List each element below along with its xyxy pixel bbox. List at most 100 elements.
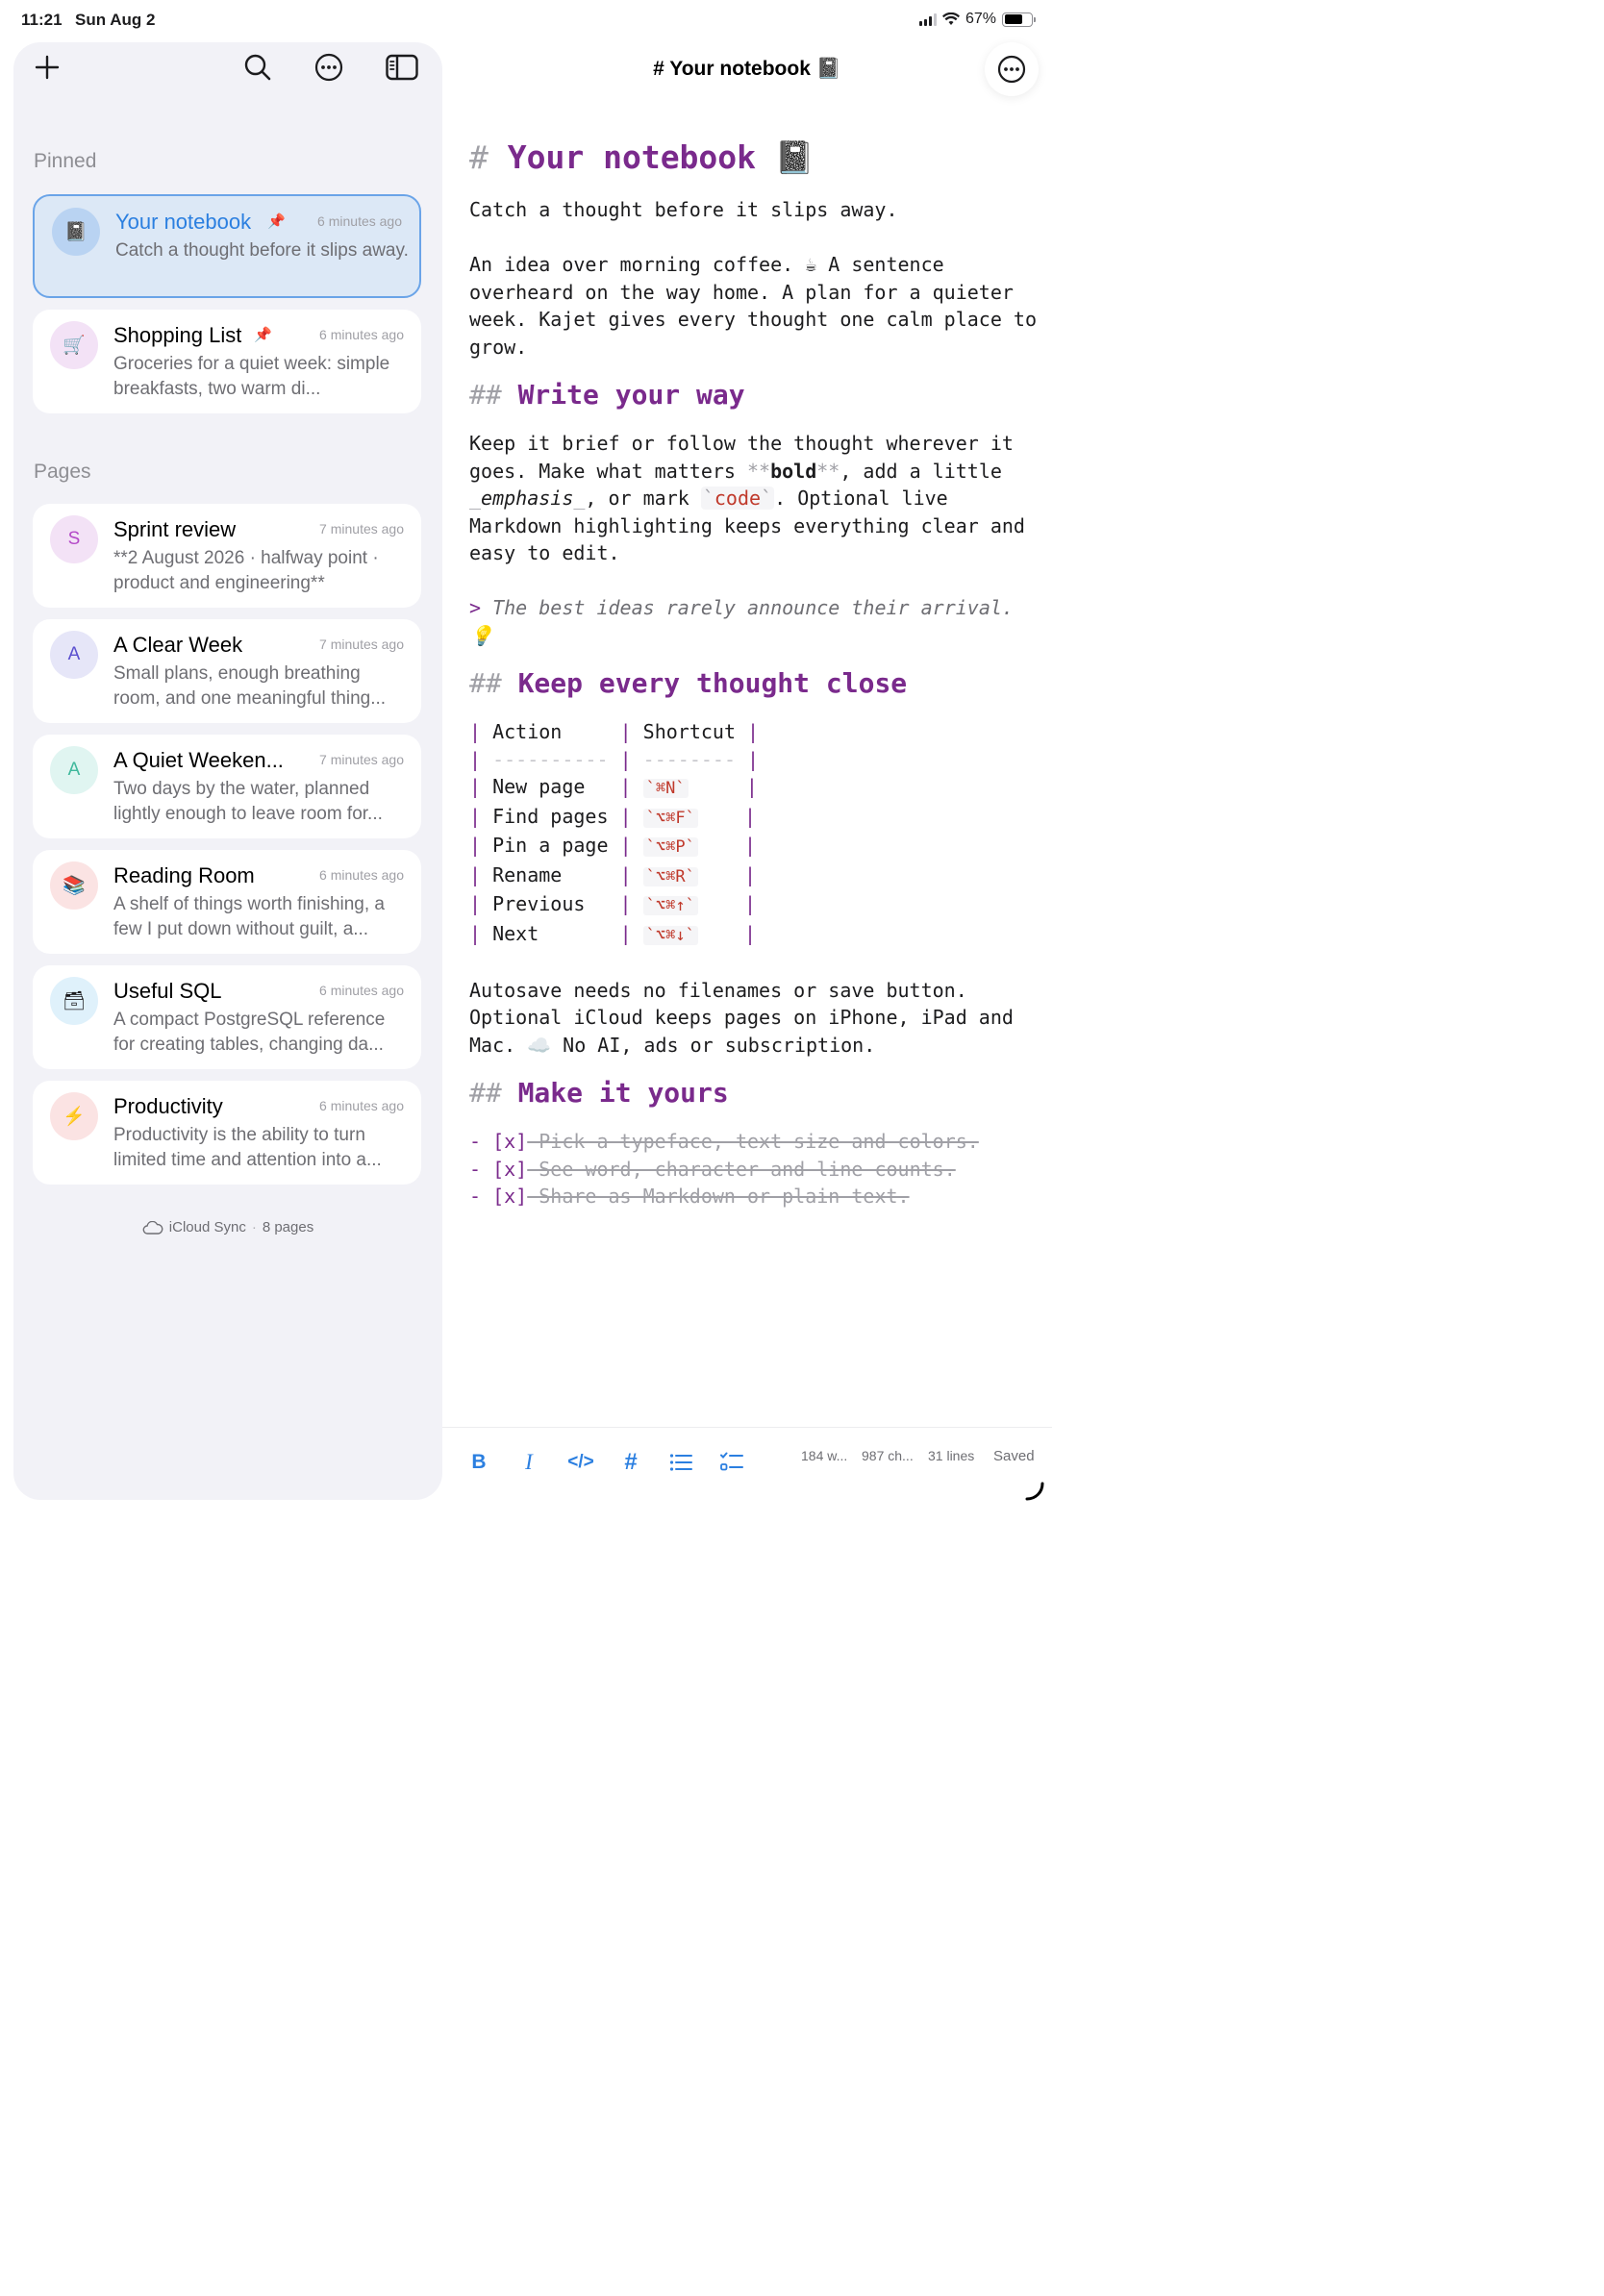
task-item[interactable]: - [x] Pick a typeface, text size and col…	[469, 1128, 1037, 1156]
table-pipe: |	[619, 834, 632, 857]
table-pipe: |	[469, 720, 482, 743]
table-cell-action: Find pages	[492, 804, 609, 828]
table-row: | Previous | `⌥⌘↑` |	[469, 890, 1037, 920]
resize-handle-icon[interactable]	[1025, 1482, 1044, 1501]
table-cell-action: New page	[492, 775, 586, 798]
table-pipe: |	[619, 862, 632, 886]
editor-more-button[interactable]	[985, 42, 1039, 96]
page-count: 8 pages	[262, 1219, 314, 1235]
table-pipe: |	[747, 747, 760, 771]
more-options-button[interactable]	[310, 48, 348, 87]
pin-icon: 📌	[267, 213, 286, 230]
new-page-button[interactable]	[28, 48, 66, 87]
page-card-a-clear-week[interactable]: A A Clear Week 7 minutes ago Small plans…	[33, 619, 421, 723]
table-pipe: |	[744, 834, 757, 857]
task-checkbox-mark[interactable]: - [x]	[469, 1158, 527, 1181]
task-checkbox-mark[interactable]: - [x]	[469, 1130, 527, 1153]
text-run: , add a little	[840, 459, 1014, 483]
emphasis-mark: _	[469, 487, 482, 510]
page-card-shopping-list[interactable]: 🛒 Shopping List 📌 6 minutes ago Grocerie…	[33, 310, 421, 413]
paragraph: Catch a thought before it slips away.	[469, 198, 898, 221]
table-pipe: |	[619, 747, 632, 771]
table-cell-shortcut: Shortcut	[642, 720, 736, 743]
heading-mark: ##	[469, 667, 502, 699]
heading-2: ## Make it yours	[469, 1074, 1037, 1112]
task-text: See word, character and line counts.	[527, 1157, 956, 1181]
page-card-sprint-review[interactable]: S Sprint review 7 minutes ago **2 August…	[33, 504, 421, 608]
table-pipe: |	[619, 921, 632, 945]
icloud-sync-status: iCloud Sync · 8 pages	[13, 1219, 442, 1235]
editor-header: # Your notebook 📓	[442, 42, 1052, 96]
ellipsis-circle-icon	[997, 55, 1026, 84]
bold-text: bold	[770, 459, 817, 483]
page-card-time: 7 minutes ago	[319, 521, 404, 537]
table-cell-shortcut: `⌥⌘P`	[642, 837, 698, 857]
quote-text: The best ideas rarely announce their arr…	[469, 596, 1025, 647]
ellipsis-circle-icon	[314, 53, 343, 82]
page-card-preview: Two days by the water, planned lightly e…	[113, 779, 383, 824]
page-card-preview: Productivity is the ability to turn limi…	[113, 1125, 382, 1170]
heading-text: Make it yours	[517, 1077, 729, 1109]
table-pipe: |	[744, 804, 757, 828]
page-card-useful-sql[interactable]: 🗃 Useful SQL 6 minutes ago A compact Pos…	[33, 965, 421, 1069]
table-pipe: |	[619, 720, 632, 743]
page-card-reading-room[interactable]: 📚 Reading Room 6 minutes ago A shelf of …	[33, 850, 421, 954]
task-checkbox-mark[interactable]: - [x]	[469, 1185, 527, 1208]
table-pipe: |	[469, 775, 482, 798]
page-card-productivity[interactable]: ⚡ Productivity 6 minutes ago Productivit…	[33, 1081, 421, 1185]
bullet-list-button[interactable]	[662, 1443, 700, 1482]
bold-mark: **	[746, 459, 771, 483]
save-status: Saved	[993, 1448, 1035, 1464]
table-pipe: |	[469, 804, 482, 828]
battery-percent: 67%	[965, 11, 996, 27]
page-card-time: 6 minutes ago	[319, 1098, 404, 1113]
page-card-title: Productivity	[113, 1094, 223, 1118]
markdown-editor[interactable]: # Your notebook 📓 Catch a thought before…	[469, 135, 1037, 1210]
notebook-icon: 📓	[52, 208, 100, 256]
blockquote: > The best ideas rarely announce their a…	[469, 594, 1037, 649]
toggle-sidebar-button[interactable]	[383, 48, 421, 87]
list-icon	[669, 1454, 692, 1471]
search-icon	[244, 54, 271, 81]
page-avatar-letter: A	[50, 631, 98, 679]
page-card-preview: A shelf of things worth finishing, a few…	[113, 894, 385, 939]
table-cell-shortcut: --------	[642, 747, 736, 771]
task-item[interactable]: - [x] See word, character and line count…	[469, 1156, 1037, 1184]
sync-separator: ·	[251, 1219, 257, 1235]
task-text: Pick a typeface, text size and colors.	[527, 1130, 979, 1153]
page-card-your-notebook[interactable]: 📓 Your notebook 📌 6 minutes ago Catch a …	[33, 194, 421, 298]
code-button[interactable]: </>	[562, 1443, 600, 1482]
table-pipe: |	[744, 862, 757, 886]
paragraph: Keep it brief or follow the thought wher…	[469, 430, 1037, 567]
heading-text: Write your way	[517, 379, 745, 411]
table-pipe: |	[619, 775, 632, 798]
page-card-time: 6 minutes ago	[319, 327, 404, 342]
task-item[interactable]: - [x] Share as Markdown or plain text.	[469, 1183, 1037, 1210]
italic-button[interactable]: I	[510, 1443, 548, 1482]
sidebar: Pinned 📓 Your notebook 📌 6 minutes ago C…	[13, 42, 442, 1500]
pinned-section-label: Pinned	[34, 150, 97, 172]
table-cell-shortcut: `⌥⌘F`	[642, 808, 698, 828]
status-time: 11:21	[21, 11, 63, 29]
page-card-time: 7 minutes ago	[319, 636, 404, 652]
page-card-title: Reading Room	[113, 863, 255, 887]
search-button[interactable]	[238, 48, 277, 87]
table-row: | Next | `⌥⌘↓` |	[469, 920, 1037, 950]
checklist-button[interactable]	[713, 1443, 751, 1482]
page-card-a-quiet-weekend[interactable]: A A Quiet Weeken... 7 minutes ago Two da…	[33, 735, 421, 838]
emphasis-mark: _	[573, 487, 586, 510]
table-cell-action: ----------	[492, 747, 609, 771]
heading-button[interactable]: #	[612, 1443, 650, 1482]
quote-mark: >	[469, 596, 482, 619]
page-card-time: 7 minutes ago	[319, 752, 404, 767]
page-card-title: A Quiet Weeken...	[113, 748, 284, 772]
wifi-icon	[941, 12, 960, 25]
table-cell-shortcut: `⌥⌘↓`	[642, 925, 698, 945]
bold-button[interactable]: B	[460, 1443, 498, 1482]
cloud-icon	[142, 1220, 163, 1235]
table-cell-action: Action	[492, 720, 563, 743]
heading-text: Your notebook 📓	[507, 138, 815, 176]
sidebar-toolbar	[13, 42, 442, 96]
page-card-time: 6 minutes ago	[317, 213, 402, 229]
status-bar: 11:21 Sun Aug 2 67%	[0, 0, 1052, 40]
